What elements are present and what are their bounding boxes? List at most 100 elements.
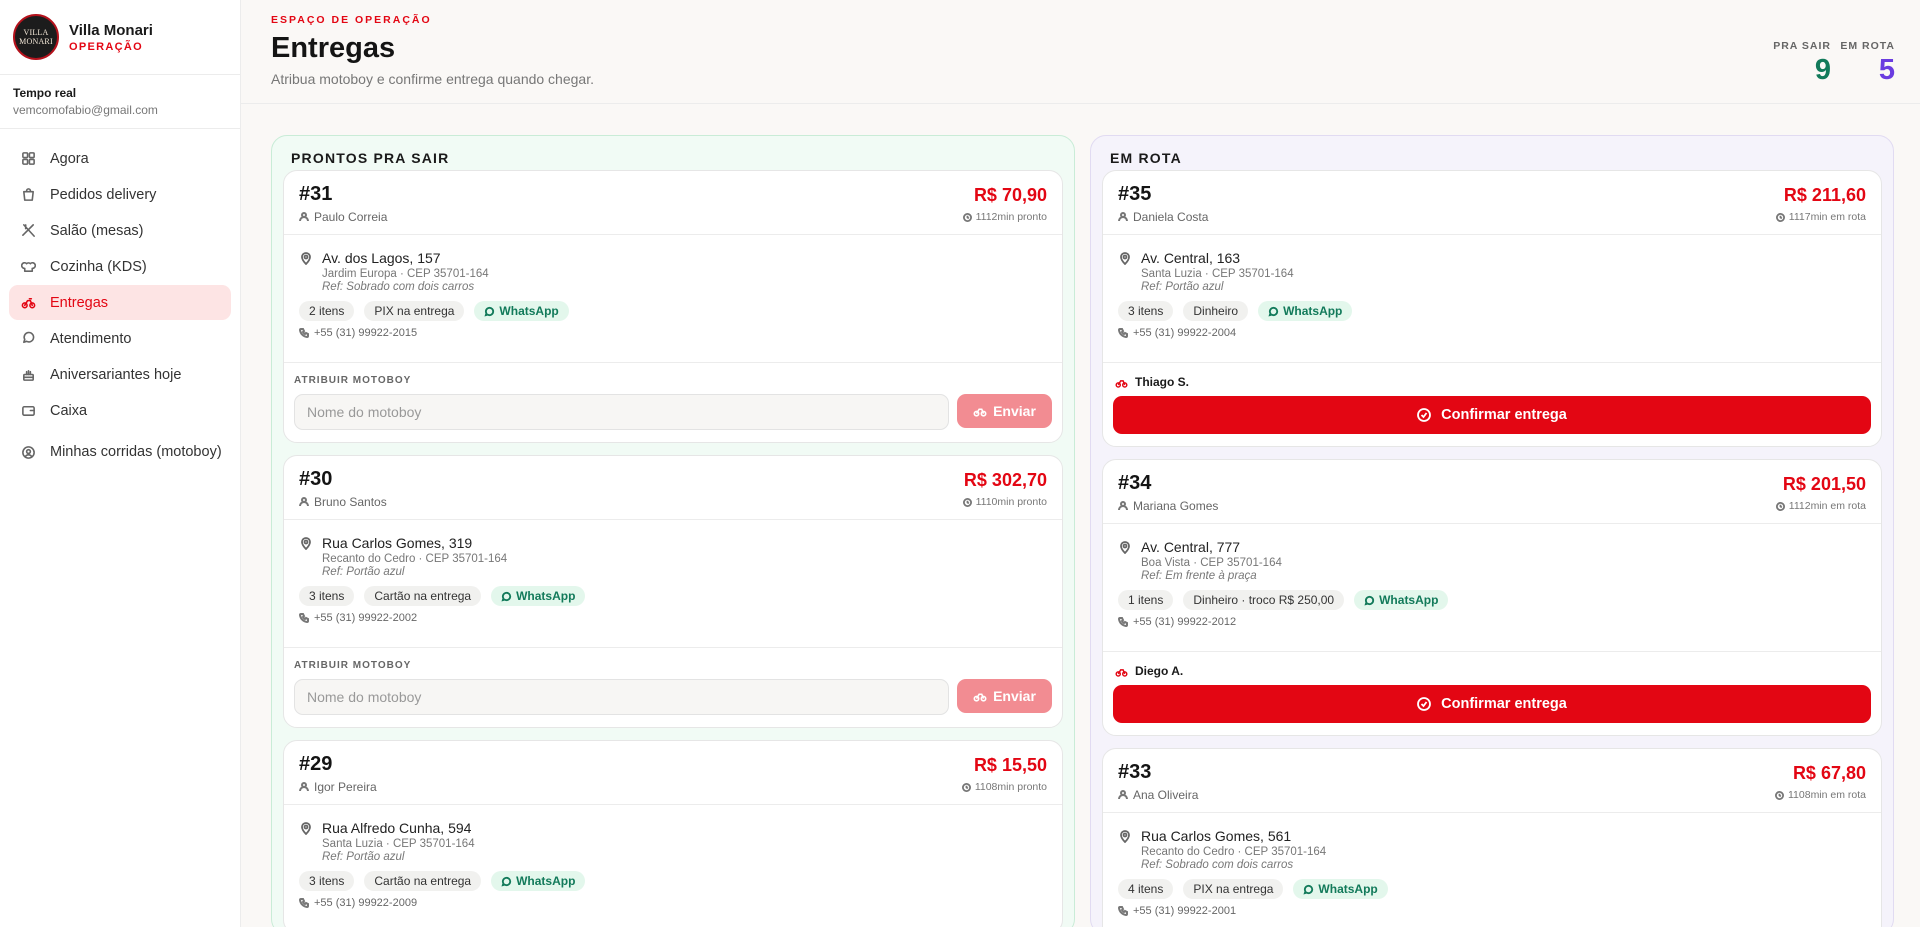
phone-number: +55 (31) 99922-2002: [299, 612, 1047, 624]
sidebar-item-aniversariantes[interactable]: Aniversariantes hoje: [9, 357, 231, 392]
column-title: EM ROTA: [1110, 150, 1182, 166]
check-circle-icon: [1417, 408, 1432, 422]
delivery-address: Av. Central, 777 Boa Vista · CEP 35701-1…: [1118, 539, 1866, 582]
sidebar-item-minhas-corridas[interactable]: Minhas corridas (motoboy): [9, 429, 231, 475]
phone-number: +55 (31) 99922-2001: [1118, 905, 1866, 917]
whatsapp-icon: [1268, 306, 1279, 317]
phone-icon: [1118, 328, 1128, 338]
whatsapp-link[interactable]: WhatsApp: [491, 871, 586, 891]
sidebar-item-pedidos-delivery[interactable]: Pedidos delivery: [9, 177, 231, 212]
elapsed-time: 1117min em rota: [1775, 211, 1866, 223]
address-district: Jardim Europa · CEP 35701-164: [322, 268, 489, 280]
order-number: #35: [1118, 183, 1152, 205]
elapsed-time: 1112min em rota: [1775, 500, 1866, 512]
sidebar-item-label: Entregas: [50, 294, 109, 311]
sidebar-item-caixa[interactable]: Caixa: [9, 393, 231, 428]
phone-number: +55 (31) 99922-2004: [1118, 327, 1866, 339]
motoboy-input[interactable]: [294, 394, 949, 430]
clock-icon: [962, 212, 972, 222]
stat-pra-sair: PRA SAIR 9: [1773, 40, 1831, 87]
bike-icon: [1115, 379, 1128, 388]
phone-icon: [299, 328, 309, 338]
ready-column: PRONTOS PRA SAIR #31 Paulo Correia R$ 70…: [271, 135, 1075, 927]
whatsapp-link[interactable]: WhatsApp: [1258, 301, 1353, 321]
address-line: Av. Central, 163: [1141, 250, 1241, 266]
stat-label: EM ROTA: [1840, 40, 1895, 52]
clock-icon: [1775, 501, 1785, 511]
bike-icon: [1115, 668, 1128, 677]
sidebar-item-atendimento[interactable]: Atendimento: [9, 321, 231, 356]
address-district: Santa Luzia · CEP 35701-164: [322, 838, 475, 850]
sidebar: VILLA MONARI Villa Monari OPERAÇÃO Tempo…: [0, 0, 241, 927]
address-reference: Ref: Em frente à praça: [1141, 570, 1257, 582]
brand-name: Villa Monari: [69, 21, 153, 39]
sidebar-item-label: Cozinha (KDS): [50, 258, 147, 275]
whatsapp-icon: [501, 591, 512, 602]
elapsed-time: 1112min pronto: [962, 211, 1047, 223]
items-badge: 2 itens: [299, 301, 355, 321]
order-price: R$ 15,50: [973, 755, 1047, 775]
send-button[interactable]: Enviar: [957, 679, 1052, 713]
bike-icon: [973, 408, 987, 417]
sidebar-nav: Agora Pedidos delivery Salão (mesas) Coz…: [0, 129, 240, 475]
elapsed-time: 1108min pronto: [961, 781, 1047, 793]
map-pin-icon: [1120, 252, 1130, 265]
page-eyebrow: ESPAÇO DE OPERAÇÃO: [271, 14, 432, 26]
whatsapp-icon: [501, 876, 512, 887]
sidebar-item-salao[interactable]: Salão (mesas): [9, 213, 231, 248]
whatsapp-link[interactable]: WhatsApp: [474, 301, 569, 321]
stat-value: 9: [1814, 54, 1831, 86]
confirm-delivery-button[interactable]: Confirmar entrega: [1113, 685, 1871, 723]
sidebar-item-cozinha[interactable]: Cozinha (KDS): [9, 249, 231, 284]
assign-label: ATRIBUIR MOTOBOY: [294, 375, 412, 386]
sidebar-item-entregas[interactable]: Entregas: [9, 285, 231, 320]
order-card: #33 Ana Oliveira R$ 67,80 1108min em rot…: [1102, 748, 1882, 927]
confirm-delivery-button[interactable]: Confirmar entrega: [1113, 396, 1871, 434]
order-price: R$ 302,70: [963, 470, 1047, 490]
page-header: ESPAÇO DE OPERAÇÃO Entregas Atribua moto…: [241, 0, 1920, 104]
phone-icon: [299, 613, 309, 623]
bike-icon: [21, 297, 36, 309]
sidebar-item-agora[interactable]: Agora: [9, 141, 231, 176]
order-card: #34 Mariana Gomes R$ 201,50 1112min em r…: [1102, 459, 1882, 736]
map-pin-icon: [301, 252, 311, 265]
map-pin-icon: [301, 537, 311, 550]
clock-icon: [1775, 212, 1785, 222]
customer-name: Daniela Costa: [1118, 210, 1866, 224]
brand-subtitle: OPERAÇÃO: [69, 40, 143, 53]
delivery-address: Rua Carlos Gomes, 561 Recanto do Cedro ·…: [1118, 828, 1866, 871]
address-line: Rua Carlos Gomes, 319: [322, 535, 473, 551]
sidebar-item-label: Pedidos delivery: [50, 186, 157, 203]
items-badge: 1 itens: [1118, 590, 1174, 610]
payment-badge: PIX na entrega: [1183, 879, 1284, 899]
address-line: Av. dos Lagos, 157: [322, 250, 441, 266]
sidebar-item-label: Atendimento: [50, 330, 132, 347]
utensils-icon: [22, 224, 35, 237]
delivery-address: Rua Carlos Gomes, 319 Recanto do Cedro ·…: [299, 535, 1047, 578]
bag-icon: [23, 188, 34, 201]
address-reference: Ref: Portão azul: [322, 851, 405, 863]
map-pin-icon: [1120, 830, 1130, 843]
address-reference: Ref: Portão azul: [322, 566, 405, 578]
order-number: #31: [299, 183, 333, 205]
whatsapp-icon: [484, 306, 495, 317]
assigned-courier: Thiago S.: [1113, 375, 1871, 389]
send-button[interactable]: Enviar: [957, 394, 1052, 428]
payment-badge: Dinheiro · troco R$ 250,00: [1183, 590, 1345, 610]
wallet-icon: [22, 405, 35, 416]
sidebar-item-label: Caixa: [50, 402, 88, 419]
customer-name: Paulo Correia: [299, 210, 1047, 224]
user-circle-icon: [22, 445, 35, 459]
account-email: vemcomofabio@gmail.com: [13, 103, 158, 117]
column-title: PRONTOS PRA SAIR: [291, 150, 450, 166]
order-price: R$ 211,60: [1783, 185, 1866, 205]
whatsapp-link[interactable]: WhatsApp: [491, 586, 586, 606]
whatsapp-link[interactable]: WhatsApp: [1293, 879, 1388, 899]
customer-name: Igor Pereira: [299, 780, 1047, 794]
phone-number: +55 (31) 99922-2009: [299, 897, 1047, 909]
page-subtitle: Atribua motoboy e confirme entrega quand…: [271, 71, 594, 87]
brand: VILLA MONARI Villa Monari OPERAÇÃO: [0, 0, 240, 75]
motoboy-input[interactable]: [294, 679, 949, 715]
whatsapp-link[interactable]: WhatsApp: [1354, 590, 1449, 610]
user-icon: [299, 497, 309, 507]
